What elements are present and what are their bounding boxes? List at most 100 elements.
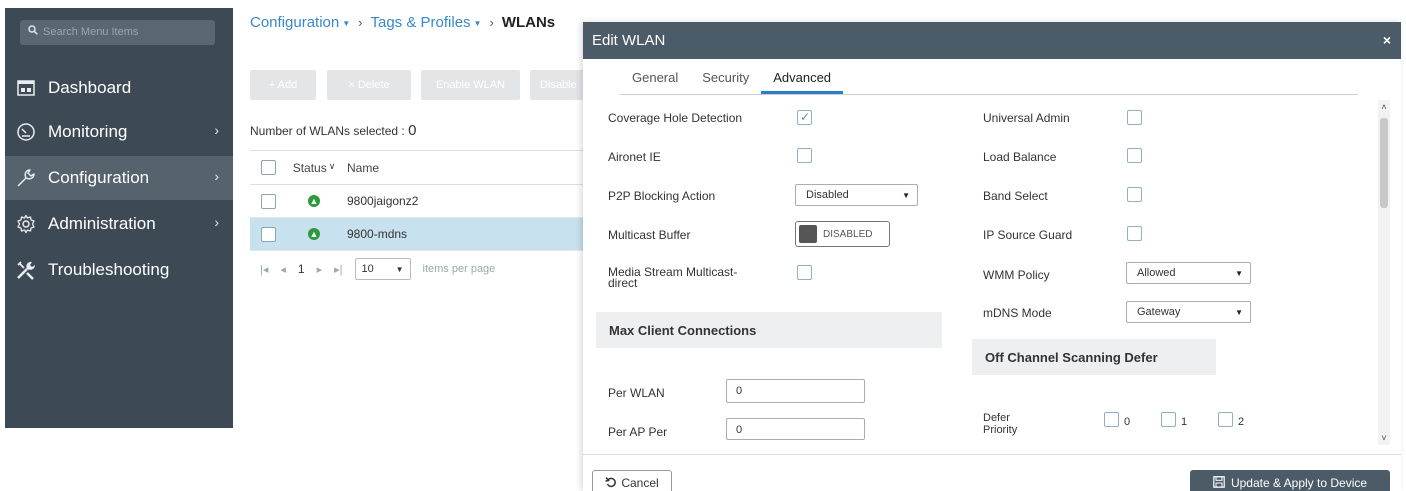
edit-wlan-modal: Edit WLAN × General Security Advanced Co… bbox=[583, 22, 1401, 491]
select-all-checkbox[interactable] bbox=[260, 160, 276, 175]
chevron-right-icon: › bbox=[214, 122, 219, 138]
modal-tabs: General Security Advanced bbox=[620, 62, 844, 94]
sidebar-item-administration[interactable]: Administration › bbox=[5, 202, 233, 246]
row-checkbox[interactable] bbox=[260, 226, 276, 242]
breadcrumb-tags-profiles[interactable]: Tags & Profiles ▼ bbox=[371, 14, 482, 31]
chevron-right-icon: › bbox=[214, 214, 219, 230]
defer-priority-label: Defer Priority bbox=[983, 412, 1018, 436]
wlan-table: Status ∨ Name ▲ 9800jaigonz2 ▲ 9800-mdns … bbox=[250, 150, 585, 287]
sidebar-item-troubleshooting[interactable]: Troubleshooting bbox=[5, 248, 233, 292]
next-page-icon[interactable]: ▸ bbox=[317, 263, 323, 276]
table-row[interactable]: ▲ 9800jaigonz2 bbox=[250, 185, 585, 218]
delete-button[interactable]: × Delete bbox=[327, 70, 411, 100]
row-checkbox[interactable] bbox=[260, 193, 276, 209]
wmm-policy-select[interactable]: Allowed ▼ bbox=[1126, 262, 1251, 284]
chevron-down-icon: ▼ bbox=[1235, 307, 1243, 317]
first-page-icon[interactable]: |◂ bbox=[260, 263, 268, 276]
page-size-select[interactable]: 10 ▼ bbox=[354, 258, 411, 280]
wlan-name: 9800-mdns bbox=[347, 227, 408, 241]
sidebar-item-label: Administration bbox=[48, 214, 156, 233]
load-balance-label: Load Balance bbox=[983, 150, 1057, 164]
add-button[interactable]: + Add bbox=[250, 70, 316, 100]
chevron-down-icon: ▼ bbox=[902, 190, 910, 200]
ip-source-guard-checkbox[interactable] bbox=[1127, 226, 1142, 241]
menu-search-placeholder: Search Menu Items bbox=[43, 26, 139, 38]
defer-priority-0-label: 0 bbox=[1124, 416, 1131, 428]
sidebar-item-monitoring[interactable]: Monitoring › bbox=[5, 110, 233, 154]
sidebar-item-label: Monitoring bbox=[48, 122, 128, 141]
scroll-up-icon[interactable]: ˄ bbox=[1378, 102, 1390, 112]
multicast-buffer-toggle[interactable]: DISABLED bbox=[795, 221, 890, 247]
modal-title: Edit WLAN bbox=[592, 32, 666, 49]
search-icon bbox=[28, 20, 38, 45]
breadcrumb-separator: › bbox=[358, 15, 363, 30]
defer-priority-0-checkbox[interactable] bbox=[1104, 412, 1119, 427]
sidebar-item-label: Dashboard bbox=[48, 78, 132, 97]
scroll-thumb[interactable] bbox=[1380, 118, 1388, 208]
tab-general[interactable]: General bbox=[620, 62, 690, 94]
aironet-ie-checkbox[interactable] bbox=[797, 148, 812, 163]
column-status[interactable]: Status ∨ bbox=[286, 161, 342, 175]
sidebar: Search Menu Items Dashboard Monitoring ›… bbox=[5, 8, 233, 428]
coverage-hole-detection-checkbox[interactable]: ✓ bbox=[797, 110, 812, 125]
footer-divider bbox=[583, 454, 1401, 455]
wlan-name: 9800jaigonz2 bbox=[347, 194, 419, 208]
wlans-selected-count: Number of WLANs selected : 0 bbox=[250, 122, 417, 139]
defer-priority-2-checkbox[interactable] bbox=[1218, 412, 1233, 427]
ip-source-guard-label: IP Source Guard bbox=[983, 228, 1073, 242]
toggle-knob bbox=[799, 225, 817, 243]
per-ap-per-label: Per AP Per bbox=[608, 425, 668, 439]
mdns-mode-label: mDNS Mode bbox=[983, 306, 1052, 320]
chevron-right-icon: › bbox=[214, 168, 219, 184]
media-stream-multicast-checkbox[interactable] bbox=[797, 265, 812, 280]
defer-priority-2-label: 2 bbox=[1238, 416, 1245, 428]
breadcrumb-separator: › bbox=[489, 15, 494, 30]
max-client-connections-header: Max Client Connections bbox=[596, 312, 942, 348]
check-icon: ✓ bbox=[800, 110, 811, 124]
tools-icon bbox=[15, 259, 37, 281]
mdns-mode-select[interactable]: Gateway ▼ bbox=[1126, 301, 1251, 323]
breadcrumb-configuration[interactable]: Configuration ▼ bbox=[250, 14, 350, 31]
cancel-button[interactable]: Cancel bbox=[592, 470, 672, 491]
dashboard-icon bbox=[15, 77, 37, 99]
load-balance-checkbox[interactable] bbox=[1127, 148, 1142, 163]
wmm-policy-label: WMM Policy bbox=[983, 268, 1050, 282]
sidebar-item-dashboard[interactable]: Dashboard bbox=[5, 66, 233, 110]
column-name[interactable]: Name bbox=[342, 161, 585, 175]
universal-admin-checkbox[interactable] bbox=[1127, 110, 1142, 125]
current-page: 1 bbox=[297, 262, 305, 276]
sidebar-item-label: Troubleshooting bbox=[48, 260, 170, 279]
defer-priority-1-checkbox[interactable] bbox=[1161, 412, 1176, 427]
band-select-checkbox[interactable] bbox=[1127, 187, 1142, 202]
multicast-buffer-label: Multicast Buffer bbox=[608, 228, 691, 242]
table-row[interactable]: ▲ 9800-mdns bbox=[250, 218, 585, 251]
modal-scrollbar[interactable]: ˄ ˅ bbox=[1378, 100, 1390, 445]
menu-search-input[interactable]: Search Menu Items bbox=[20, 20, 215, 45]
band-select-label: Band Select bbox=[983, 189, 1048, 203]
breadcrumb-current: WLANs bbox=[501, 14, 556, 31]
off-channel-scanning-header: Off Channel Scanning Defer bbox=[972, 339, 1216, 375]
tab-advanced[interactable]: Advanced bbox=[761, 62, 844, 94]
status-up-icon: ▲ bbox=[308, 228, 320, 240]
per-wlan-input[interactable]: 0 bbox=[726, 379, 865, 403]
prev-page-icon[interactable]: ◂ bbox=[280, 263, 286, 276]
pagination: |◂ ◂ 1 ▸ ▸| 10 ▼ items per page bbox=[250, 251, 585, 287]
chevron-down-icon: ▼ bbox=[1235, 268, 1243, 278]
enable-wlan-button[interactable]: Enable WLAN bbox=[421, 70, 520, 100]
per-wlan-label: Per WLAN bbox=[608, 386, 665, 400]
last-page-icon[interactable]: ▸| bbox=[334, 263, 342, 276]
disable-wlan-button[interactable]: Disable bbox=[530, 70, 586, 100]
scroll-down-icon[interactable]: ˅ bbox=[1378, 433, 1390, 443]
p2p-blocking-label: P2P Blocking Action bbox=[608, 189, 716, 203]
gear-icon bbox=[15, 213, 37, 235]
tab-security[interactable]: Security bbox=[690, 62, 761, 94]
close-icon[interactable]: × bbox=[1383, 22, 1391, 59]
items-per-page-label: items per page bbox=[422, 263, 496, 275]
p2p-blocking-select[interactable]: Disabled ▼ bbox=[795, 184, 918, 206]
per-ap-per-input[interactable]: 0 bbox=[726, 418, 865, 440]
sidebar-item-configuration[interactable]: Configuration › bbox=[5, 156, 233, 200]
save-icon bbox=[1213, 475, 1225, 491]
update-apply-button[interactable]: Update & Apply to Device bbox=[1190, 470, 1390, 491]
undo-icon bbox=[605, 476, 617, 491]
tab-divider bbox=[620, 94, 1358, 95]
